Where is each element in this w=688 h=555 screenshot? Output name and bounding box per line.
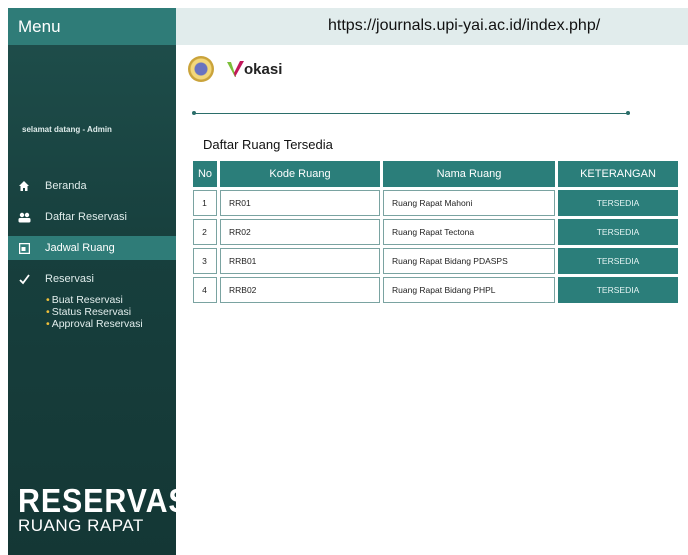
top-bar: https://journals.upi-yai.ac.id/index.php… (176, 8, 688, 45)
sidebar-item-label: Reservasi (45, 273, 94, 285)
brand-title: RESERVASI (18, 482, 199, 519)
cell-nama: Ruang Rapat Bidang PDASPS (383, 248, 555, 274)
menu-title: Menu (8, 8, 176, 45)
subitem-status-reservasi[interactable]: • Status Reservasi (46, 306, 176, 318)
column-header-kode: Kode Ruang (220, 161, 380, 187)
column-header-keterangan: KETERANGAN (558, 161, 678, 187)
cell-kode: RR01 (220, 190, 380, 216)
reservasi-submenu: • Buat Reservasi • Status Reservasi • Appro… (46, 294, 176, 330)
divider-dot-right (626, 111, 630, 115)
vokasi-logo-text: okasi (244, 60, 283, 78)
bullet-icon: • (46, 294, 50, 306)
sidebar-item-reservasi[interactable]: Reservasi (8, 267, 176, 291)
cell-no: 2 (193, 219, 217, 245)
sidebar-item-daftar-reservasi[interactable]: Daftar Reservasi (8, 205, 176, 229)
university-seal-logo (188, 56, 214, 82)
table-header-row: No Kode Ruang Nama Ruang KETERANGAN (193, 161, 678, 187)
table-row: 3 RRB01 Ruang Rapat Bidang PDASPS TERSED… (193, 248, 678, 274)
column-header-nama: Nama Ruang (383, 161, 555, 187)
bullet-icon: • (46, 306, 50, 318)
cell-nama: Ruang Rapat Tectona (383, 219, 555, 245)
status-badge: TERSEDIA (558, 219, 678, 245)
sidebar: Menu selamat datang - Admin Beranda Daft… (8, 8, 198, 555)
cell-kode: RRB01 (220, 248, 380, 274)
vokasi-logo: okasi (226, 59, 282, 79)
welcome-text: selamat datang - Admin (22, 125, 112, 134)
cell-no: 1 (193, 190, 217, 216)
cell-nama: Ruang Rapat Bidang PHPL (383, 277, 555, 303)
url-text: https://journals.upi-yai.ac.id/index.php… (328, 17, 601, 34)
sidebar-item-label: Daftar Reservasi (45, 211, 127, 223)
sidebar-item-beranda[interactable]: Beranda (8, 174, 176, 198)
table-row: 2 RR02 Ruang Rapat Tectona TERSEDIA (193, 219, 678, 245)
subitem-buat-reservasi[interactable]: • Buat Reservasi (46, 294, 176, 306)
room-table: No Kode Ruang Nama Ruang KETERANGAN 1 RR… (190, 158, 681, 306)
users-icon (17, 210, 31, 224)
status-badge: TERSEDIA (558, 248, 678, 274)
sidebar-item-label: Jadwal Ruang (45, 242, 115, 254)
sidebar-item-label: Beranda (45, 180, 87, 192)
table-row: 4 RRB02 Ruang Rapat Bidang PHPL TERSEDIA (193, 277, 678, 303)
cell-no: 4 (193, 277, 217, 303)
cell-kode: RRB02 (220, 277, 380, 303)
brand: RESERVASI RUANG RAPAT (18, 482, 215, 535)
brand-subtitle: RUANG RAPAT (18, 516, 144, 535)
sidebar-item-jadwal-ruang[interactable]: Jadwal Ruang (8, 236, 176, 260)
header-divider (194, 113, 630, 114)
column-header-no: No (193, 161, 217, 187)
status-badge: TERSEDIA (558, 277, 678, 303)
sidebar-nav: Beranda Daftar Reservasi Jadwal Ruang Re… (8, 174, 176, 330)
status-badge: TERSEDIA (558, 190, 678, 216)
logo-row: okasi (188, 56, 282, 82)
bullet-icon: • (46, 318, 50, 330)
cell-no: 3 (193, 248, 217, 274)
cell-kode: RR02 (220, 219, 380, 245)
home-icon (17, 179, 31, 193)
calendar-icon (17, 241, 31, 255)
checkmark-icon (17, 272, 31, 286)
vokasi-v-icon (227, 61, 244, 77)
divider-dot-left (192, 111, 196, 115)
table-row: 1 RR01 Ruang Rapat Mahoni TERSEDIA (193, 190, 678, 216)
page-title: Daftar Ruang Tersedia (203, 137, 333, 152)
subitem-approval-reservasi[interactable]: • Approval Reservasi (46, 318, 176, 330)
cell-nama: Ruang Rapat Mahoni (383, 190, 555, 216)
